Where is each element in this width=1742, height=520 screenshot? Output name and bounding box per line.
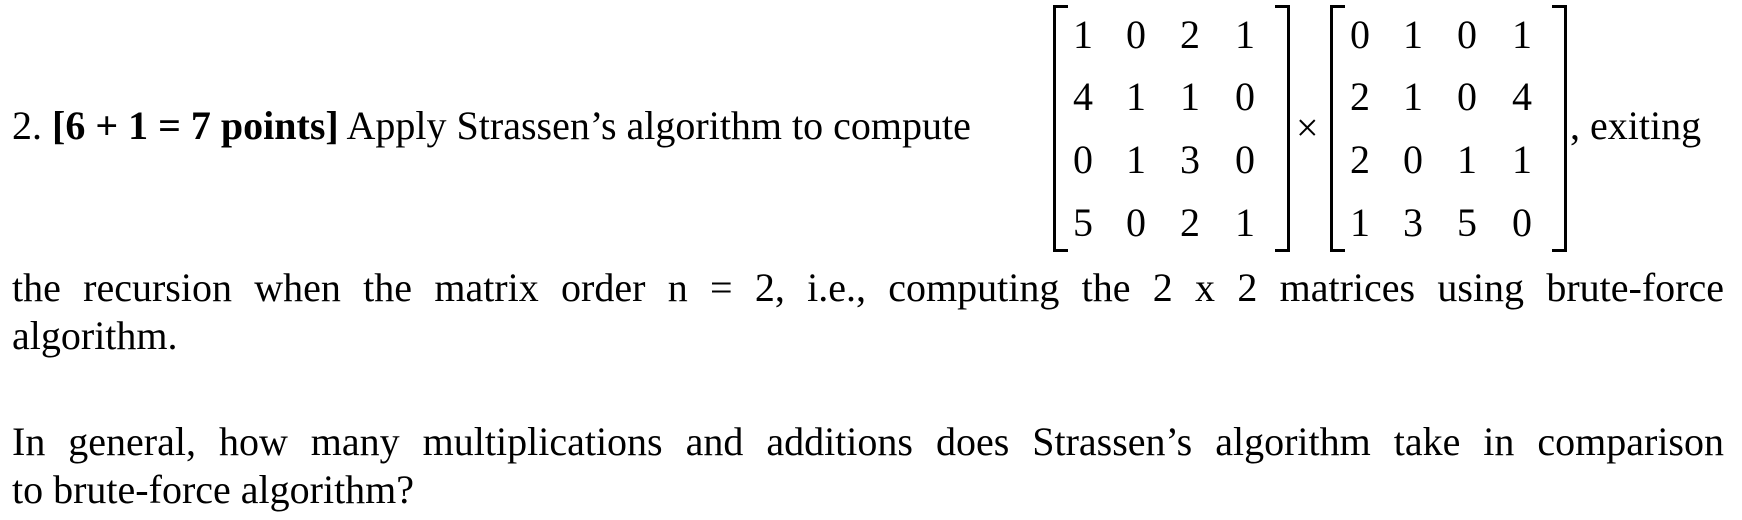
matrix-b-cell: 0 bbox=[1457, 12, 1477, 57]
matrix-b-cell: 1 bbox=[1512, 12, 1532, 57]
matrix-b-cell: 1 bbox=[1403, 74, 1423, 119]
matrix-a-cell: 0 bbox=[1235, 137, 1255, 182]
matrix-a-cell: 5 bbox=[1073, 200, 1093, 245]
matrix-a-cell: 1 bbox=[1180, 74, 1200, 119]
matrix-a-right-bracket bbox=[1275, 5, 1290, 252]
matrix-a-cell: 1 bbox=[1073, 12, 1093, 57]
matrix-a-cell: 3 bbox=[1180, 137, 1200, 182]
matrix-a-cell: 0 bbox=[1235, 74, 1255, 119]
matrix-a-cell: 0 bbox=[1073, 137, 1093, 182]
matrix-b-cell: 3 bbox=[1403, 200, 1423, 245]
matrix-a-cell: 1 bbox=[1235, 12, 1255, 57]
matrix-b-cell: 0 bbox=[1403, 137, 1423, 182]
matrix-b-cell: 1 bbox=[1350, 200, 1370, 245]
matrix-b-right-bracket bbox=[1552, 5, 1567, 252]
matrix-a-cell: 2 bbox=[1180, 200, 1200, 245]
question-line-3: algorithm. bbox=[12, 313, 178, 358]
matrix-a-cell: 0 bbox=[1126, 200, 1146, 245]
matrix-a-cell: 1 bbox=[1126, 137, 1146, 182]
matrix-a: 1021411001305021 bbox=[1053, 5, 1290, 252]
matrix-a-cell: 1 bbox=[1126, 74, 1146, 119]
matrix-b-cell: 2 bbox=[1350, 74, 1370, 119]
question-header: 2. [6 + 1 = 7 points] Apply Strassen’s a… bbox=[12, 106, 971, 146]
question-number: 2. bbox=[12, 103, 42, 148]
matrix-b: 0101210420111350 bbox=[1330, 5, 1567, 252]
matrix-b-cell: 2 bbox=[1350, 137, 1370, 182]
matrix-b-cell: 0 bbox=[1512, 200, 1532, 245]
matrix-b-cell: 1 bbox=[1512, 137, 1532, 182]
after-matrices-text: , exiting bbox=[1570, 103, 1702, 148]
question-line-2: the recursion when the matrix order n = … bbox=[12, 265, 1724, 310]
matrix-b-cell: 1 bbox=[1403, 12, 1423, 57]
multiply-operator: × bbox=[1296, 105, 1319, 150]
question-points: [6 + 1 = 7 points] bbox=[52, 103, 339, 148]
matrix-a-cell: 2 bbox=[1180, 12, 1200, 57]
matrix-a-cell: 0 bbox=[1126, 12, 1146, 57]
matrix-b-cell: 5 bbox=[1457, 200, 1477, 245]
matrix-b-cell: 0 bbox=[1457, 74, 1477, 119]
matrix-b-cell: 1 bbox=[1457, 137, 1477, 182]
matrix-a-cell: 4 bbox=[1073, 74, 1093, 119]
matrix-b-cell: 0 bbox=[1350, 12, 1370, 57]
followup-line-2: to brute-force algorithm? bbox=[12, 467, 415, 512]
question-prompt: Apply Strassen’s algorithm to compute bbox=[346, 103, 971, 148]
followup-line-1: In general, how many multiplications and… bbox=[12, 419, 1724, 464]
matrix-b-cell: 4 bbox=[1512, 74, 1532, 119]
matrix-a-cell: 1 bbox=[1235, 200, 1255, 245]
